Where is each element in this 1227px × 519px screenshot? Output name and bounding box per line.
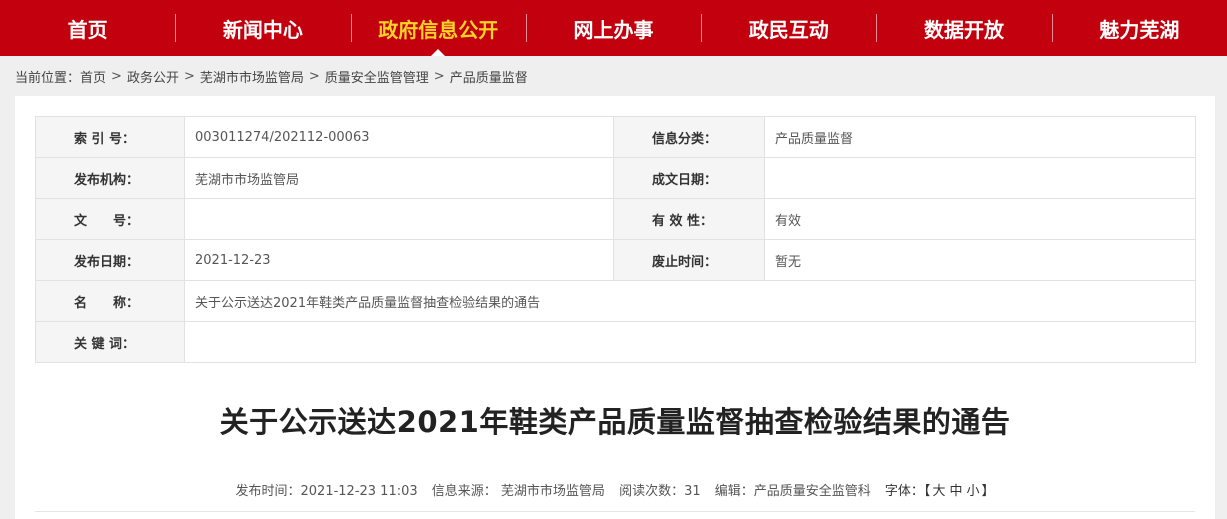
nav-item-interaction[interactable]: 政民互动	[701, 0, 876, 56]
font-size-label: 字体：【	[884, 484, 931, 499]
info-source: 信息来源： 芜湖市市场监管局	[431, 484, 605, 499]
breadcrumb: 当前位置： 首页 > 政务公开 > 芜湖市市场监管局 > 质量安全监管管理 > …	[15, 66, 528, 86]
expiry-label: 废止时间：	[613, 239, 765, 281]
content-panel: 索 引 号： 003011274/202112-00063 信息分类： 产品质量…	[15, 96, 1215, 519]
validity-label: 有 效 性：	[613, 198, 765, 240]
nav-item-news[interactable]: 新闻中心	[175, 0, 350, 56]
table-row: 名 称： 关于公示送达2021年鞋类产品质量监督抽查检验结果的通告	[35, 280, 1196, 322]
nav-item-charm-wuhu[interactable]: 魅力芜湖	[1051, 0, 1227, 56]
article-meta: 发布时间：2021-12-23 11:03 信息来源： 芜湖市市场监管局 阅读次…	[15, 480, 1215, 499]
category-value: 产品质量监督	[764, 116, 1196, 158]
publish-date-value: 2021-12-23	[184, 239, 614, 281]
breadcrumb-separator: >	[111, 68, 122, 84]
breadcrumb-item-product-quality[interactable]: 产品质量监督	[450, 67, 528, 86]
breadcrumb-separator: >	[183, 68, 195, 84]
table-row: 索 引 号： 003011274/202112-00063 信息分类： 产品质量…	[35, 116, 1196, 158]
font-small-button[interactable]: 小	[966, 484, 979, 499]
breadcrumb-prefix: 当前位置：	[15, 70, 81, 86]
index-value: 003011274/202112-00063	[184, 116, 614, 158]
nav-item-home[interactable]: 首页	[0, 0, 175, 56]
doc-no-value	[184, 198, 614, 240]
article-title: 关于公示送达2021年鞋类产品质量监督抽查检验结果的通告	[219, 405, 1011, 439]
font-size-control: 字体：【大中小】	[885, 484, 995, 499]
nav-item-gov-info[interactable]: 政府信息公开	[350, 0, 526, 56]
publish-time: 发布时间：2021-12-23 11:03	[235, 484, 418, 499]
top-nav: 首页 新闻中心 政府信息公开 网上办事 政民互动 数据开放 魅力芜湖	[0, 0, 1227, 56]
index-label: 索 引 号：	[35, 116, 185, 158]
divider	[35, 511, 1195, 512]
font-medium-button[interactable]: 中	[949, 484, 962, 499]
breadcrumb-item-quality-safety[interactable]: 质量安全监管管理	[325, 67, 429, 86]
written-date-label: 成文日期：	[613, 157, 765, 199]
breadcrumb-separator: >	[433, 68, 445, 84]
font-size-close: 】	[981, 484, 995, 499]
breadcrumb-item-home[interactable]: 首页	[80, 67, 106, 86]
name-value: 关于公示送达2021年鞋类产品质量监督抽查检验结果的通告	[184, 280, 1196, 322]
doc-no-label: 文 号：	[35, 198, 185, 240]
publisher-label: 发布机构：	[35, 157, 185, 199]
validity-value: 有效	[764, 198, 1196, 240]
table-row: 发布机构： 芜湖市市场监管局 成文日期：	[35, 157, 1196, 199]
table-row: 文 号： 有 效 性： 有效	[35, 198, 1196, 240]
info-table: 索 引 号： 003011274/202112-00063 信息分类： 产品质量…	[35, 116, 1196, 363]
publisher-value: 芜湖市市场监管局	[184, 157, 614, 199]
written-date-value	[764, 157, 1196, 199]
read-count: 阅读次数：31	[619, 484, 701, 499]
publish-date-label: 发布日期：	[35, 239, 185, 281]
font-large-button[interactable]: 大	[932, 484, 945, 499]
editor: 编辑：产品质量安全监管科	[714, 484, 871, 499]
breadcrumb-item-gov-affairs[interactable]: 政务公开	[127, 67, 179, 86]
category-label: 信息分类：	[613, 116, 765, 158]
breadcrumb-item-bureau[interactable]: 芜湖市市场监管局	[200, 67, 304, 86]
expiry-value: 暂无	[764, 239, 1196, 281]
nav-item-data-open[interactable]: 数据开放	[876, 0, 1051, 56]
breadcrumb-separator: >	[308, 68, 320, 84]
nav-item-online-service[interactable]: 网上办事	[525, 0, 701, 56]
keywords-label: 关 键 词：	[35, 321, 185, 363]
name-label: 名 称：	[35, 280, 185, 322]
table-row: 关 键 词：	[35, 321, 1196, 363]
keywords-value	[184, 321, 1196, 363]
table-row: 发布日期： 2021-12-23 废止时间： 暂无	[35, 239, 1196, 281]
